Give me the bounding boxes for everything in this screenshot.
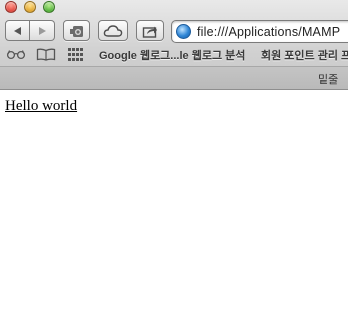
window-controls [5,1,55,13]
zoom-window-button[interactable] [43,1,55,13]
camera-icon [69,25,83,37]
back-forward-control [5,20,55,41]
hello-world-link[interactable]: Hello world [5,98,77,115]
top-sites-icon[interactable] [68,48,83,61]
reading-list-icon[interactable] [6,48,26,60]
cloud-icon [103,24,123,37]
globe-icon [176,24,191,39]
share-button[interactable] [136,20,164,41]
back-button[interactable] [5,20,30,41]
bookmark-member-points[interactable]: 회원 포인트 관리 프 [261,47,348,63]
cloud-tabs-button[interactable] [98,20,128,41]
forward-button[interactable] [30,20,55,41]
close-window-button[interactable] [5,1,17,13]
browser-chrome: file:///Applications/MAMP Google 웹로그...l… [0,0,348,90]
address-input[interactable]: file:///Applications/MAMP [197,25,340,39]
minimize-window-button[interactable] [24,1,36,13]
bookmarks-icon[interactable] [36,48,56,61]
page-content: Hello world [0,90,348,326]
forward-arrow-icon [39,26,46,35]
tab-bar [0,66,348,89]
share-icon [142,26,157,38]
bookmark-google-analytics[interactable]: Google 웹로그...le 웹로그 분석 [99,47,245,63]
address-bar[interactable]: file:///Applications/MAMP [171,20,348,43]
tab-active[interactable]: 밑줄 [318,71,338,87]
snapshot-button[interactable] [63,20,90,41]
back-arrow-icon [13,26,21,35]
